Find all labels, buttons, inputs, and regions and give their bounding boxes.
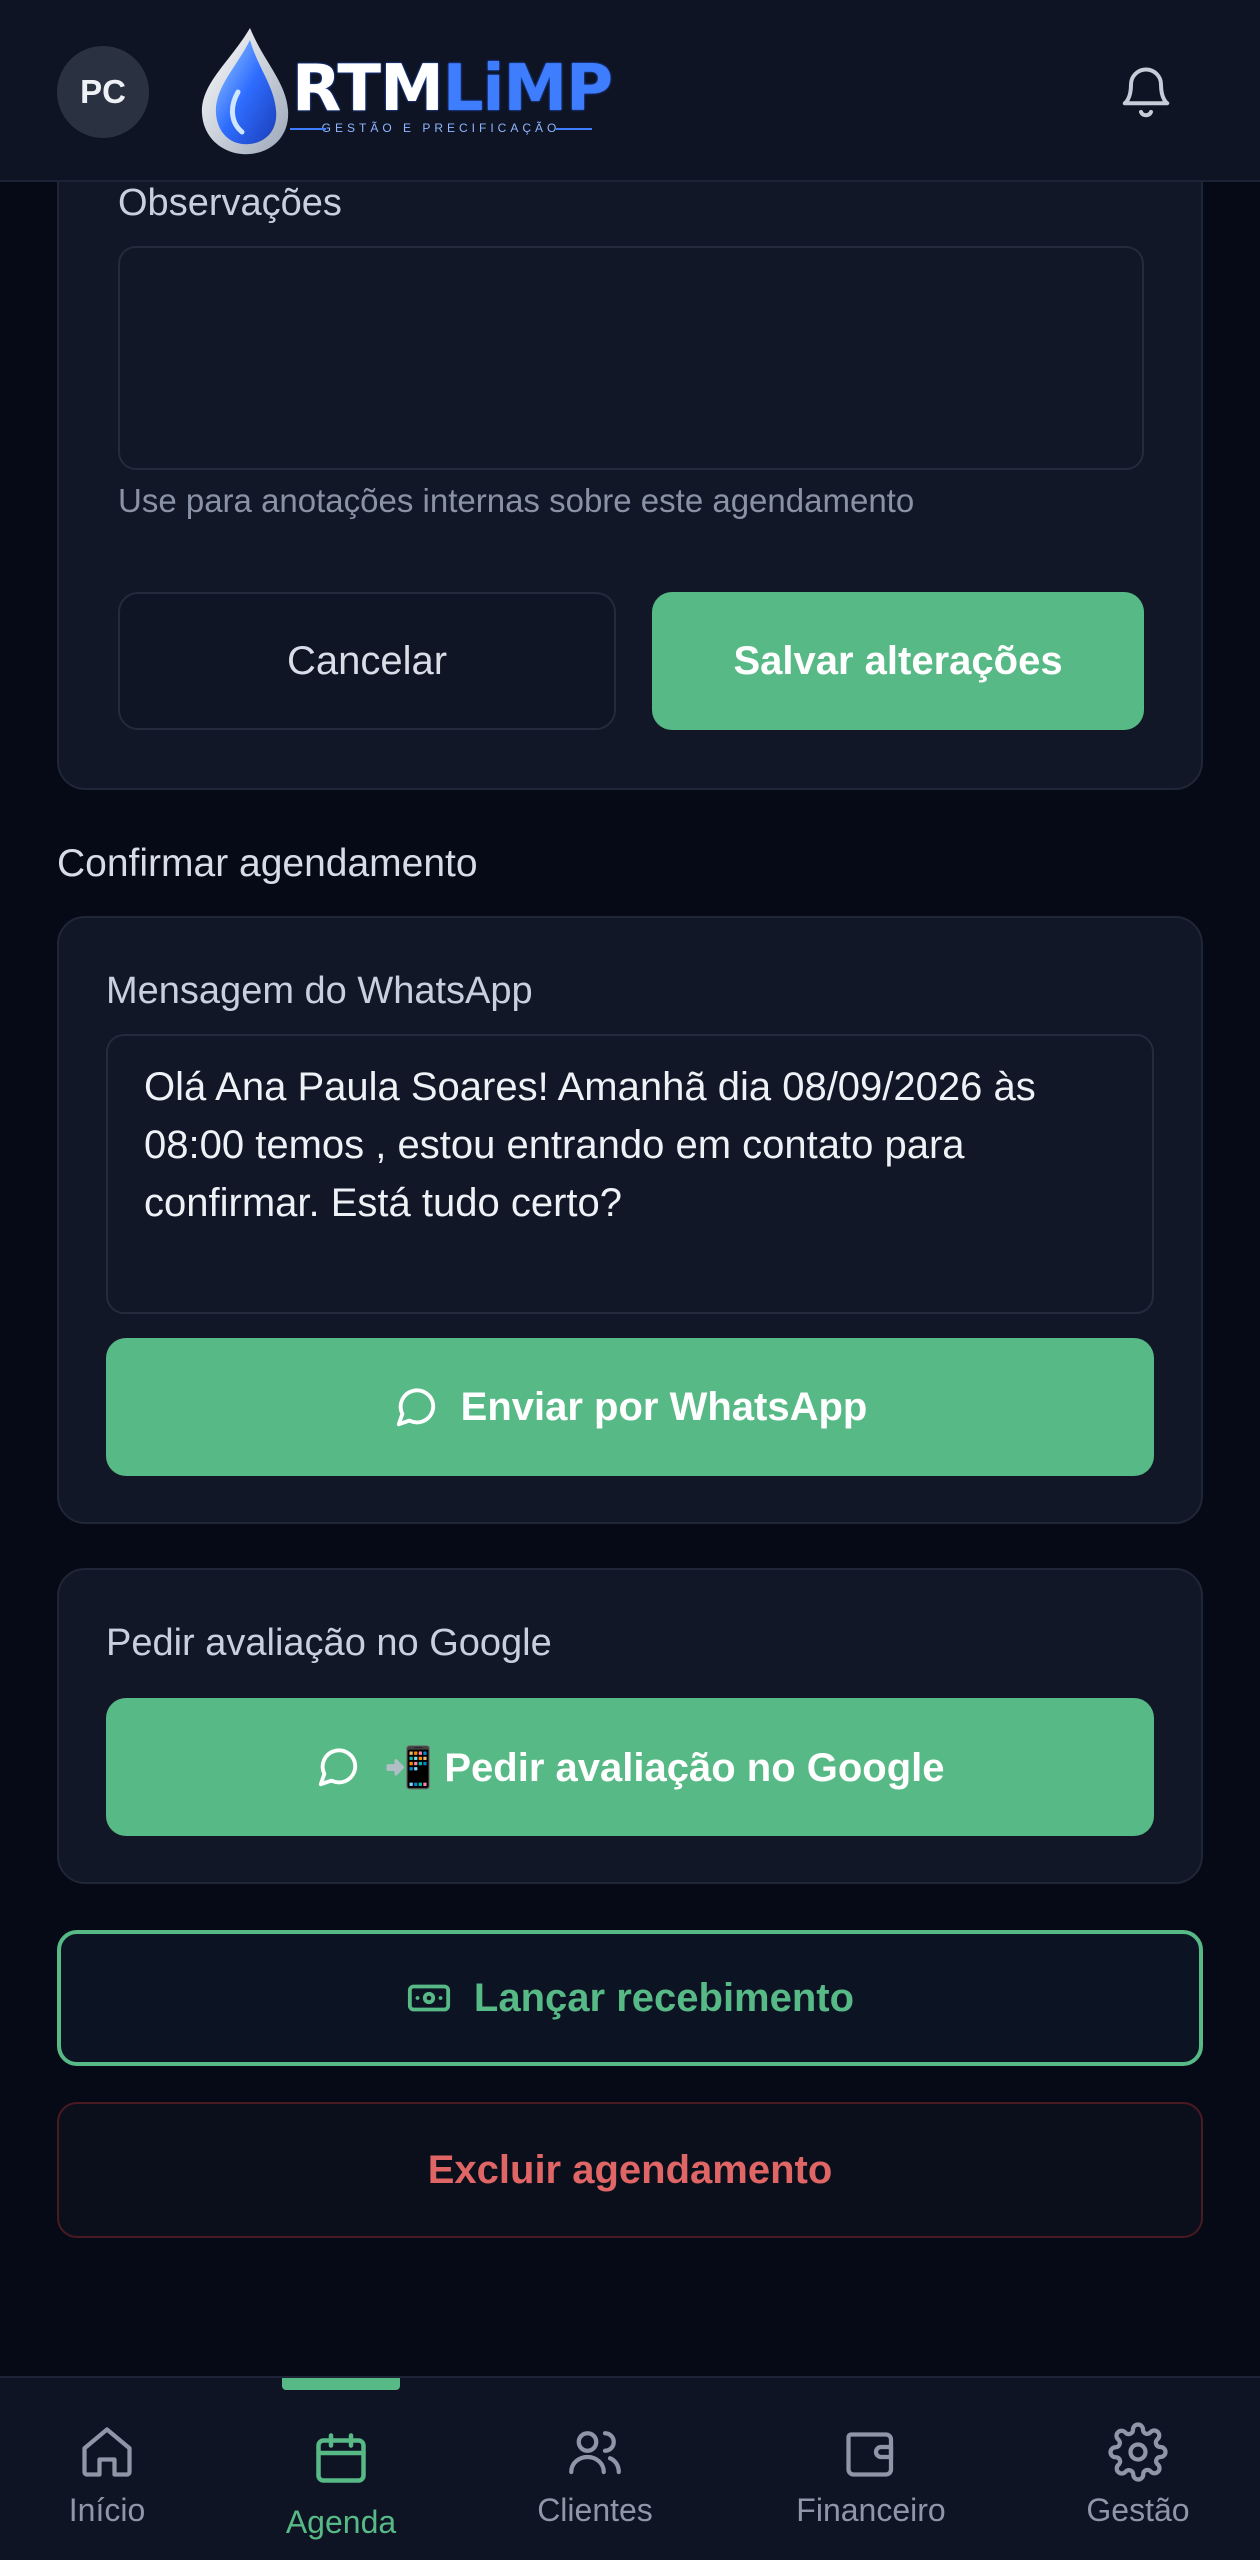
register-payment-label: Lançar recebimento: [473, 1975, 855, 2020]
app-header: PC RTMLiMP GESTÃO E PRECIFICAÇÃO: [0, 0, 1260, 182]
bell-icon[interactable]: [1116, 60, 1176, 124]
whatsapp-message-textarea[interactable]: Olá Ana Paula Soares! Amanhã dia 08/09/2…: [106, 1034, 1154, 1314]
google-review-label: Pedir avaliação no Google: [106, 1622, 552, 1664]
observacoes-textarea[interactable]: [118, 246, 1144, 470]
nav-label-clientes: Clientes: [537, 2492, 653, 2528]
whatsapp-card: Mensagem do WhatsApp Olá Ana Paula Soare…: [57, 916, 1203, 1524]
nav-label-financeiro: Financeiro: [796, 2492, 946, 2528]
nav-label-gestao: Gestão: [1086, 2492, 1190, 2528]
message-circle-icon: [319, 1748, 358, 1787]
logo-word-accent: LiMP: [442, 52, 613, 126]
app-screen: PC RTMLiMP GESTÃO E PRECIFICAÇÃO Observa…: [0, 0, 1260, 2560]
observacoes-label: Observações: [118, 182, 342, 224]
nav-item-financeiro[interactable]: Financeiro: [771, 2378, 971, 2560]
message-circle-icon: [396, 1388, 435, 1427]
edit-appointment-card: Observações Use para anotações internas …: [57, 130, 1203, 790]
register-payment-button[interactable]: Lançar recebimento: [57, 1930, 1203, 2066]
send-whatsapp-label: Enviar por WhatsApp: [460, 1384, 868, 1429]
nav-item-gestao[interactable]: Gestão: [1038, 2378, 1238, 2560]
gear-icon: [1108, 2422, 1168, 2482]
google-review-button-label: 📲 Pedir avaliação no Google: [383, 1745, 945, 1790]
nav-item-agenda[interactable]: Agenda: [241, 2378, 441, 2560]
bottom-navigation: Início Agenda Clientes Financeiro Gestão: [0, 2376, 1260, 2560]
banknote-icon: [407, 1984, 451, 2012]
nav-label-agenda: Agenda: [285, 2504, 397, 2540]
logo-word-main: RTM: [292, 52, 444, 126]
save-button-label: Salvar alterações: [733, 638, 1063, 683]
send-whatsapp-button[interactable]: Enviar por WhatsApp: [106, 1338, 1154, 1476]
google-review-card: Pedir avaliação no Google 📲 Pedir avalia…: [57, 1568, 1203, 1884]
brand-logo: RTMLiMP GESTÃO E PRECIFICAÇÃO: [190, 22, 613, 162]
logo-subtitle: GESTÃO E PRECIFICAÇÃO: [290, 121, 592, 135]
google-review-button[interactable]: 📲 Pedir avaliação no Google: [106, 1698, 1154, 1836]
nav-item-clientes[interactable]: Clientes: [495, 2378, 695, 2560]
cancel-button[interactable]: Cancelar: [118, 592, 616, 730]
water-drop-logo-icon: [201, 28, 289, 155]
nav-item-inicio[interactable]: Início: [7, 2378, 207, 2560]
wallet-icon: [846, 2432, 894, 2477]
delete-appointment-button[interactable]: Excluir agendamento: [57, 2102, 1203, 2238]
avatar[interactable]: PC: [57, 46, 149, 138]
observacoes-hint: Use para anotações internas sobre este a…: [118, 482, 915, 519]
whatsapp-message-text: Olá Ana Paula Soares! Amanhã dia 08/09/2…: [144, 1065, 1036, 1225]
users-icon: [569, 2431, 621, 2475]
calendar-icon: [316, 2433, 366, 2483]
home-icon: [82, 2427, 132, 2477]
delete-appointment-label: Excluir agendamento: [427, 2147, 833, 2192]
whatsapp-message-label: Mensagem do WhatsApp: [106, 970, 533, 1012]
nav-label-inicio: Início: [68, 2492, 146, 2528]
cancel-button-label: Cancelar: [286, 638, 448, 683]
confirm-section-title: Confirmar agendamento: [57, 842, 478, 885]
logo-wordmark: RTMLiMP: [292, 52, 613, 126]
save-button[interactable]: Salvar alterações: [652, 592, 1144, 730]
